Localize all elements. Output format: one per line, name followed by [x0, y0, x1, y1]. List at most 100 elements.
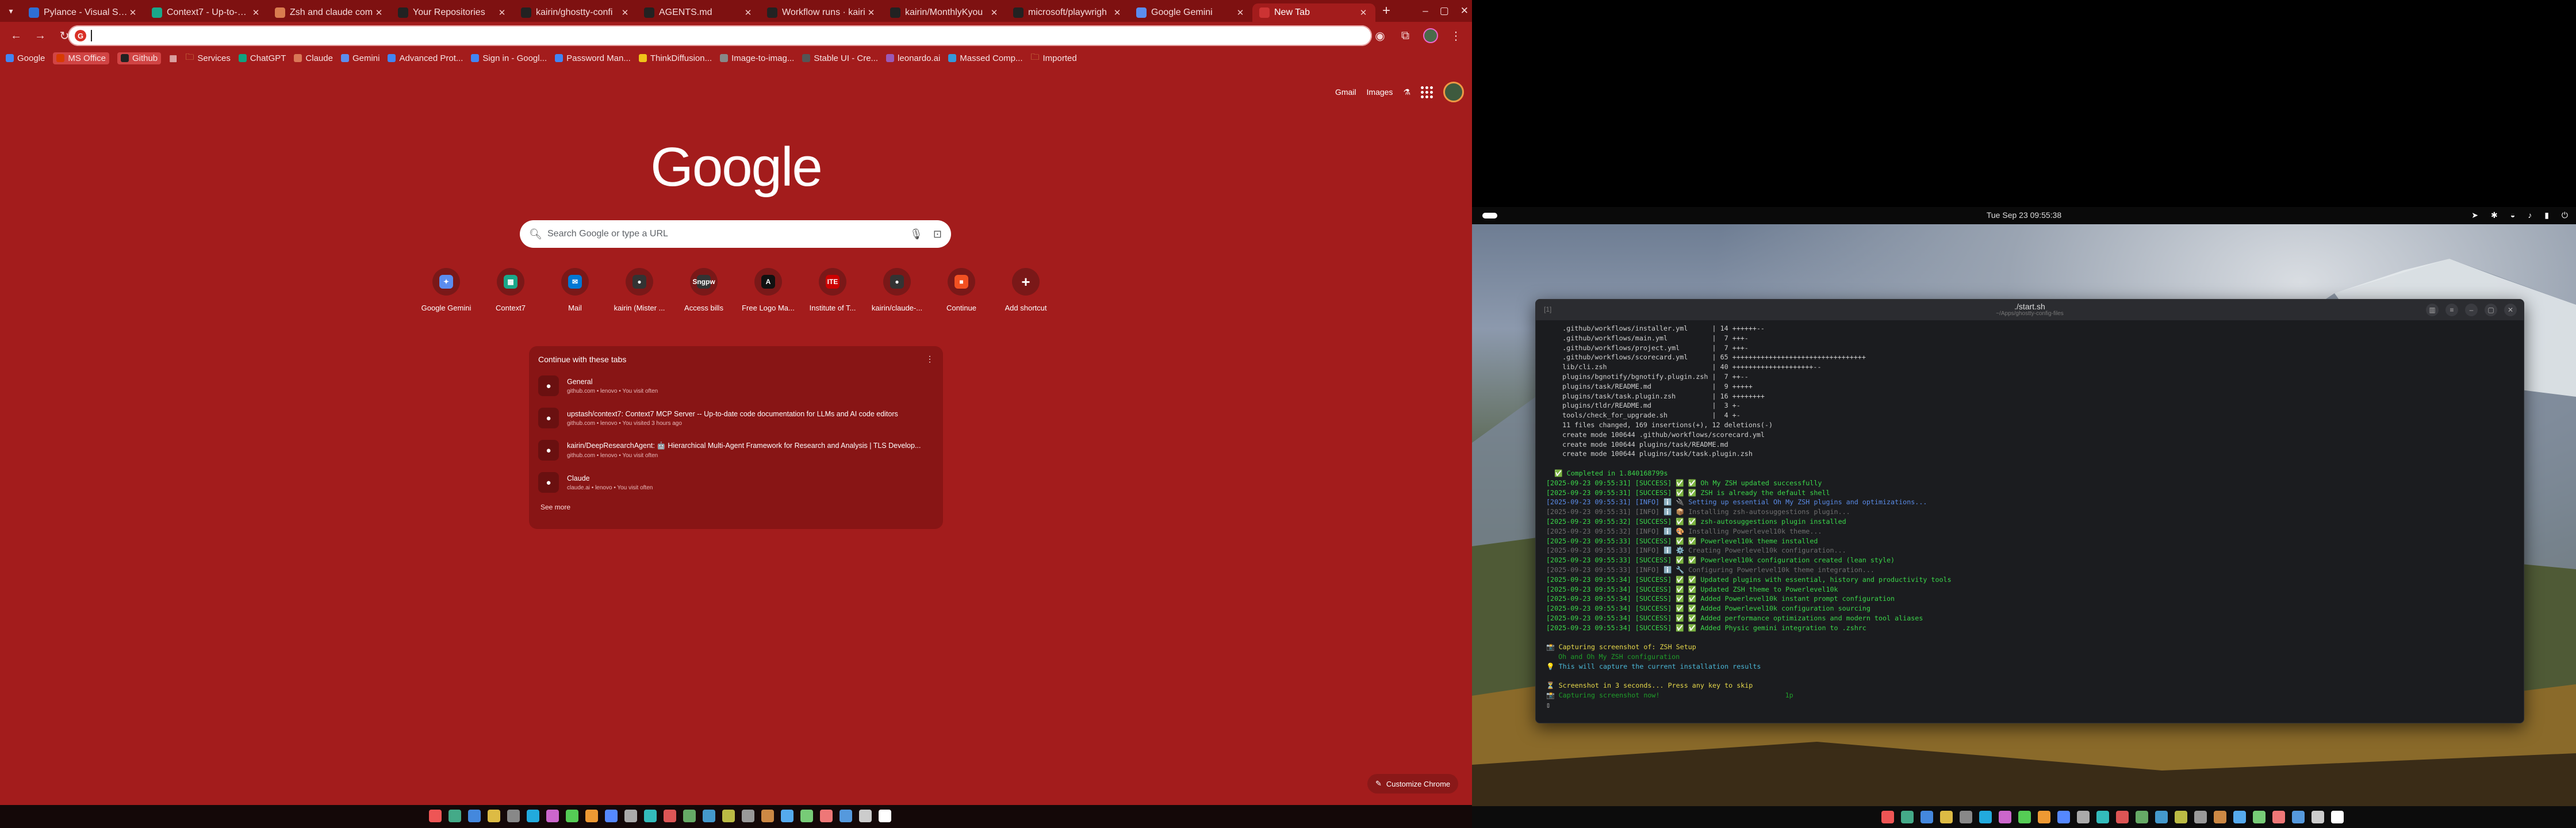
continue-tab-item[interactable]: ● kairin/DeepResearchAgent: 🤖 Hierarchica…	[538, 434, 934, 466]
browser-tab[interactable]: kairin/MonthlyKyou ✕	[883, 3, 1006, 22]
dock-app-icon[interactable]	[527, 810, 539, 822]
dock-app-icon[interactable]	[742, 810, 754, 822]
dock-app-icon[interactable]	[2136, 811, 2148, 823]
browser-tab[interactable]: Zsh and claude com ✕	[268, 3, 391, 22]
dock-app-icon[interactable]	[683, 810, 696, 822]
chrome-menu-button[interactable]: ⋮	[1446, 25, 1466, 46]
extensions-button[interactable]: ⧉	[1395, 25, 1416, 46]
dock-app-icon[interactable]	[879, 810, 891, 822]
dock-app-icon[interactable]	[1940, 811, 1953, 823]
profile-button[interactable]	[1420, 25, 1441, 46]
bookmark-item[interactable]: Google	[6, 53, 45, 63]
terminal-minimize-button[interactable]: –	[2465, 304, 2478, 316]
browser-tab[interactable]: Workflow runs · kairi ✕	[760, 3, 883, 22]
browser-tab[interactable]: Context7 - Up-to-date ✕	[145, 3, 268, 22]
new-tab-button[interactable]: +	[1375, 0, 1397, 22]
forward-button[interactable]: →	[30, 25, 51, 46]
bookmark-item[interactable]: 🗀 Services	[185, 51, 231, 66]
tab-close-icon[interactable]: ✕	[374, 7, 384, 18]
dock-app-icon[interactable]	[2116, 811, 2129, 823]
bookmark-item[interactable]: Advanced Prot...	[388, 53, 463, 63]
clock[interactable]: Tue Sep 23 09:55:38	[1472, 210, 2576, 220]
tab-close-icon[interactable]: ✕	[1358, 7, 1368, 18]
dock-app-icon[interactable]	[468, 810, 481, 822]
shortcut-tile[interactable]: ■ Continue	[929, 268, 994, 312]
dock-app-icon[interactable]	[722, 810, 735, 822]
dock-app-icon[interactable]	[2175, 811, 2187, 823]
dock-app-icon[interactable]	[2292, 811, 2305, 823]
bookmark-item[interactable]: Stable UI - Cre...	[802, 53, 878, 63]
dock-app-icon[interactable]	[507, 810, 520, 822]
continue-tab-item[interactable]: ● General github.com • lenovo • You visit …	[538, 370, 934, 402]
shortcut-tile[interactable]: ✉ Mail	[543, 268, 607, 312]
dock-app-icon[interactable]	[1920, 811, 1933, 823]
continue-tab-item[interactable]: ● Claude claude.ai • lenovo • You visit of…	[538, 466, 934, 499]
system-tray[interactable]: ➤ ✱ ◒ ♪ ▮ ⏻	[2471, 210, 2568, 220]
bookmark-item[interactable]: ChatGPT	[238, 53, 286, 63]
terminal-maximize-button[interactable]: ▢	[2485, 304, 2497, 316]
dock-app-icon[interactable]	[2057, 811, 2070, 823]
tab-search-button[interactable]: ▾	[0, 0, 22, 22]
bookmark-item[interactable]: Gemini	[340, 53, 379, 63]
see-more-link[interactable]: See more	[540, 503, 934, 511]
maximize-button[interactable]: ▢	[1440, 5, 1449, 17]
tab-close-icon[interactable]: ✕	[743, 7, 753, 18]
dock-app-icon[interactable]	[429, 810, 442, 822]
dock-app-icon[interactable]	[2096, 811, 2109, 823]
dock-app-icon[interactable]	[1901, 811, 1914, 823]
dock-app-icon[interactable]	[2194, 811, 2207, 823]
card-menu-icon[interactable]: ⋮	[926, 354, 934, 364]
dock-app-icon[interactable]	[2077, 811, 2090, 823]
dock-app-icon[interactable]	[1881, 811, 1894, 823]
ntp-search-box[interactable]: 🔍︎ Search Google or type a URL 🎙︎ ⊡	[520, 220, 951, 248]
dock-app-icon[interactable]	[820, 810, 833, 822]
browser-tab[interactable]: New Tab ✕	[1252, 3, 1375, 22]
dock-app-icon[interactable]	[566, 810, 578, 822]
dock-app-icon[interactable]	[1999, 811, 2011, 823]
google-apps-icon[interactable]	[1421, 86, 1433, 98]
dock-app-icon[interactable]	[800, 810, 813, 822]
dock-app-icon[interactable]	[2312, 811, 2324, 823]
bookmark-apps-icon[interactable]: ▦	[169, 53, 177, 63]
dock-app-icon[interactable]	[448, 810, 461, 822]
dock-app-icon[interactable]	[859, 810, 872, 822]
minimize-button[interactable]: –	[1423, 5, 1428, 17]
dock-app-icon[interactable]	[2038, 811, 2050, 823]
shortcut-tile[interactable]: A Free Logo Ma...	[736, 268, 800, 312]
bookmark-item[interactable]: leonardo.ai	[886, 53, 940, 63]
tab-close-icon[interactable]: ✕	[251, 7, 261, 18]
dock-app-icon[interactable]	[546, 810, 559, 822]
dock-app-icon[interactable]	[2233, 811, 2246, 823]
address-bar[interactable]: G	[68, 25, 1372, 46]
dock-app-icon[interactable]	[585, 810, 598, 822]
images-link[interactable]: Images	[1367, 87, 1393, 97]
dock-app-icon[interactable]	[605, 810, 618, 822]
bookmark-item[interactable]: Massed Comp...	[948, 53, 1023, 63]
bookmark-item[interactable]: Image-to-imag...	[720, 53, 794, 63]
back-button[interactable]: ←	[6, 25, 26, 46]
google-lens-icon[interactable]: ⊡	[933, 228, 942, 240]
dock-app-icon[interactable]	[781, 810, 793, 822]
shortcut-tile[interactable]: ITE Institute of T...	[800, 268, 865, 312]
bookmark-item[interactable]: Claude	[294, 53, 333, 63]
gmail-link[interactable]: Gmail	[1335, 87, 1356, 97]
browser-tab[interactable]: Your Repositories ✕	[391, 3, 514, 22]
dock-app-icon[interactable]	[1979, 811, 1992, 823]
browser-tab[interactable]: Google Gemini ✕	[1129, 3, 1252, 22]
bookmark-item[interactable]: Password Man...	[555, 53, 631, 63]
shortcut-tile[interactable]: ● kairin/claude-...	[865, 268, 929, 312]
tab-close-icon[interactable]: ✕	[1112, 7, 1122, 18]
shortcut-tile[interactable]: ✦ Google Gemini	[414, 268, 478, 312]
shortcut-tile[interactable]: ● kairin (Mister ...	[607, 268, 672, 312]
dock-app-icon[interactable]	[703, 810, 715, 822]
browser-tab[interactable]: kairin/ghostty-confi ✕	[514, 3, 637, 22]
terminal-window[interactable]: [1] ./start.sh ~/Apps/ghostty-config-fil…	[1535, 299, 2524, 723]
dock-app-icon[interactable]	[2253, 811, 2266, 823]
bookmark-item[interactable]: MS Office	[53, 52, 109, 64]
shortcut-tile[interactable]: Sngpw Access bills	[672, 268, 736, 312]
browser-tab[interactable]: Pylance - Visual Stud ✕	[22, 3, 145, 22]
dock-app-icon[interactable]	[624, 810, 637, 822]
browser-tab[interactable]: microsoft/playwrigh ✕	[1006, 3, 1129, 22]
labs-flask-icon[interactable]: ⚗	[1403, 87, 1410, 97]
bookmark-item[interactable]: Sign in - Googl...	[471, 53, 547, 63]
